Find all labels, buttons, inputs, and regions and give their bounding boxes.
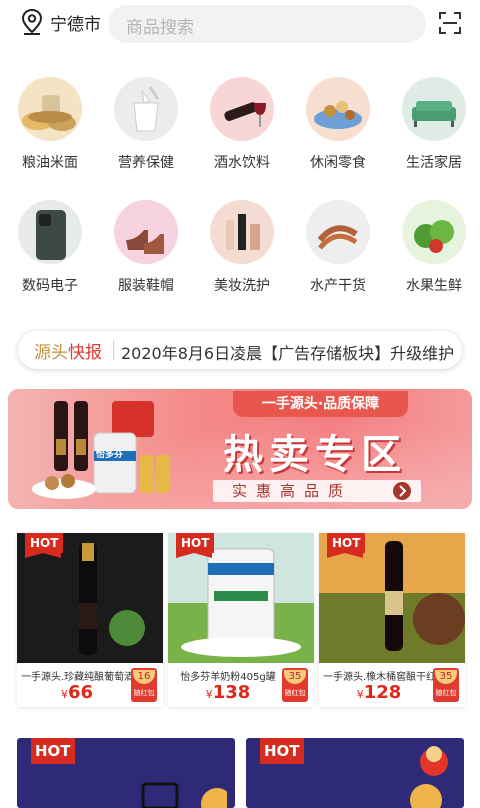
category-label: 粮油米面 bbox=[22, 155, 78, 171]
hot-sale-banner[interactable]: 怡多芬 一手源头·品质保障 热卖专区 实惠高品质 bbox=[8, 389, 472, 509]
product-name: 一手源头.橡木桶窖酿干红葡萄酒 bbox=[323, 672, 435, 683]
news-tag: 源头快报 bbox=[34, 343, 102, 363]
sofa-icon bbox=[402, 77, 466, 141]
category-fresh[interactable]: 水果生鲜 bbox=[386, 200, 480, 295]
category-seafood[interactable]: 水产干货 bbox=[290, 200, 386, 295]
category-beauty[interactable]: 美妆洗护 bbox=[194, 200, 290, 295]
wine-icon bbox=[210, 77, 274, 141]
product-image bbox=[141, 782, 227, 808]
category-label: 休闲零食 bbox=[310, 155, 366, 171]
location-pin-icon bbox=[21, 8, 43, 35]
hot-badge: HOT bbox=[327, 533, 366, 558]
category-label: 数码电子 bbox=[22, 278, 78, 294]
red-packet-badge: 16 随红包 bbox=[131, 668, 157, 702]
product-image bbox=[410, 746, 448, 808]
location-selector[interactable]: 宁德市 bbox=[20, 8, 101, 36]
hot-badge: HOT bbox=[31, 738, 75, 764]
vegetable-icon bbox=[402, 200, 466, 264]
product-card[interactable]: HOT 一手源头.珍藏纯酿葡萄酒 ¥66 16 随红包 bbox=[17, 533, 163, 707]
category-label: 生活家居 bbox=[406, 155, 462, 171]
arrow-right-icon[interactable] bbox=[393, 482, 411, 500]
red-packet-badge: 35 随红包 bbox=[282, 668, 308, 702]
snack-icon bbox=[306, 77, 370, 141]
shrimp-icon bbox=[306, 200, 370, 264]
product-card[interactable]: HOT bbox=[17, 738, 235, 808]
product-name: 怡多芬羊奶粉405g罐 bbox=[180, 672, 276, 683]
shoe-icon bbox=[114, 200, 178, 264]
category-label: 酒水饮料 bbox=[214, 155, 270, 171]
product-price: ¥128 bbox=[356, 682, 402, 703]
supplement-icon bbox=[114, 77, 178, 141]
hot-badge: HOT bbox=[25, 533, 64, 558]
category-grain[interactable]: 粮油米面 bbox=[2, 77, 98, 172]
hot-badge: HOT bbox=[176, 533, 215, 558]
product-name: 一手源头.珍藏纯酿葡萄酒 bbox=[21, 672, 133, 683]
red-packet-badge: 35 随红包 bbox=[433, 668, 459, 702]
cosmetics-icon bbox=[210, 200, 274, 264]
category-home[interactable]: 生活家居 bbox=[386, 77, 480, 172]
category-label: 服装鞋帽 bbox=[118, 278, 174, 294]
product-label: 怡多芬 bbox=[96, 450, 124, 460]
category-drinks[interactable]: 酒水饮料 bbox=[194, 77, 290, 172]
search-placeholder: 商品搜索 bbox=[126, 18, 194, 38]
news-text: 2020年8月6日凌晨【广告存储板块】升级维护 bbox=[121, 344, 455, 363]
product-price: ¥138 bbox=[205, 682, 251, 703]
hot-badge: HOT bbox=[260, 738, 304, 764]
category-label: 营养保健 bbox=[118, 155, 174, 171]
product-card[interactable]: HOT 一手源头.橡木桶窖酿干红葡萄酒 ¥128 35随红包 bbox=[319, 533, 465, 707]
category-snacks[interactable]: 休闲零食 bbox=[290, 77, 386, 172]
category-label: 水产干货 bbox=[310, 278, 366, 294]
product-price: ¥66 bbox=[60, 682, 94, 703]
search-input[interactable]: 商品搜索 bbox=[108, 5, 426, 43]
news-ticker[interactable]: 源头快报 2020年8月6日凌晨【广告存储板块】升级维护 bbox=[18, 331, 462, 369]
banner-title: 热卖专区 bbox=[223, 432, 407, 478]
category-clothing[interactable]: 服装鞋帽 bbox=[98, 200, 194, 295]
phone-icon bbox=[18, 200, 82, 264]
category-nutrition[interactable]: 营养保健 bbox=[98, 77, 194, 172]
scan-icon[interactable] bbox=[438, 11, 462, 35]
category-label: 水果生鲜 bbox=[406, 278, 462, 294]
product-card[interactable]: HOT bbox=[246, 738, 464, 808]
city-label: 宁德市 bbox=[50, 14, 101, 35]
banner-slogan: 实惠高品质 bbox=[232, 482, 353, 500]
header-bar: 宁德市 商品搜索 bbox=[0, 0, 480, 46]
grain-icon bbox=[18, 77, 82, 141]
product-card[interactable]: HOT 怡多芬羊奶粉405g罐 ¥138 35 随红包 bbox=[168, 533, 314, 707]
banner-ribbon: 一手源头·品质保障 bbox=[233, 391, 408, 417]
category-label: 美妆洗护 bbox=[214, 278, 270, 294]
divider bbox=[113, 340, 114, 360]
category-digital[interactable]: 数码电子 bbox=[2, 200, 98, 295]
